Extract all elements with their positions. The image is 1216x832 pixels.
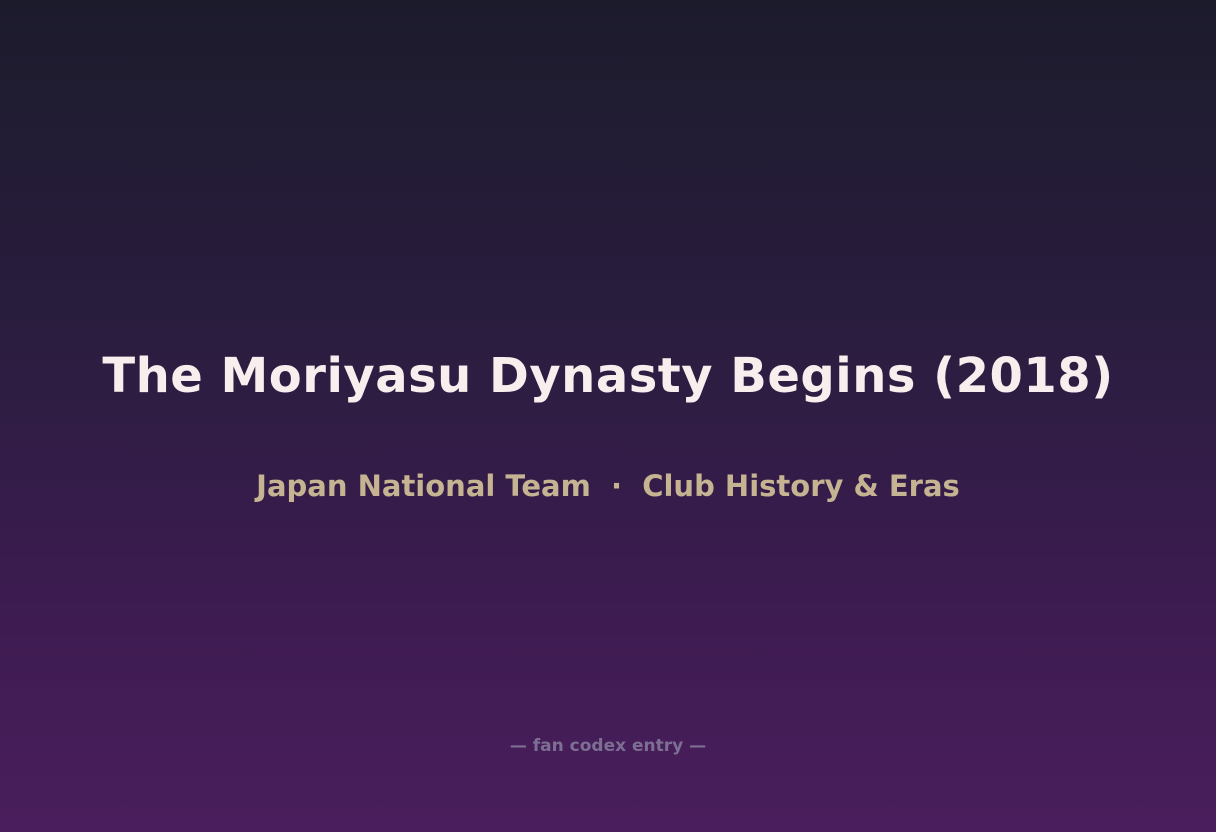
- footer-caption: — fan codex entry —: [509, 736, 707, 756]
- page-title: The Moriyasu Dynasty Begins (2018): [102, 348, 1114, 404]
- page-subtitle: Japan National Team · Club History & Era…: [256, 469, 960, 503]
